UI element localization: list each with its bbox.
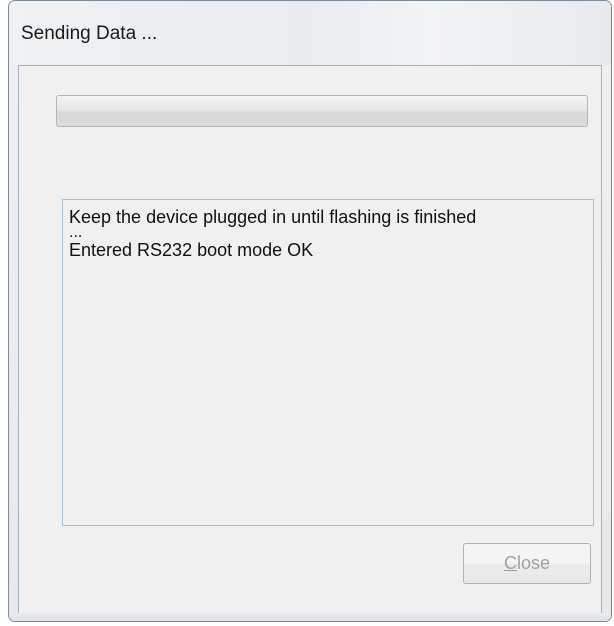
close-button[interactable]: Close <box>463 543 591 584</box>
log-line: ... <box>69 224 83 241</box>
close-button-mnemonic: C <box>503 553 517 573</box>
dialog-window: Sending Data ... Keep the device plugged… <box>8 0 612 622</box>
close-button-label: lose <box>516 553 551 573</box>
window-bottom-border <box>9 613 611 621</box>
dialog-client-area: Keep the device plugged in until flashin… <box>18 65 602 614</box>
log-line: Entered RS232 boot mode OK <box>69 240 314 260</box>
title-bar[interactable]: Sending Data ... <box>9 1 611 65</box>
window-title: Sending Data ... <box>21 23 158 44</box>
progress-bar <box>56 95 588 127</box>
log-line: Keep the device plugged in until flashin… <box>69 207 477 227</box>
status-log[interactable]: Keep the device plugged in until flashin… <box>62 199 594 526</box>
